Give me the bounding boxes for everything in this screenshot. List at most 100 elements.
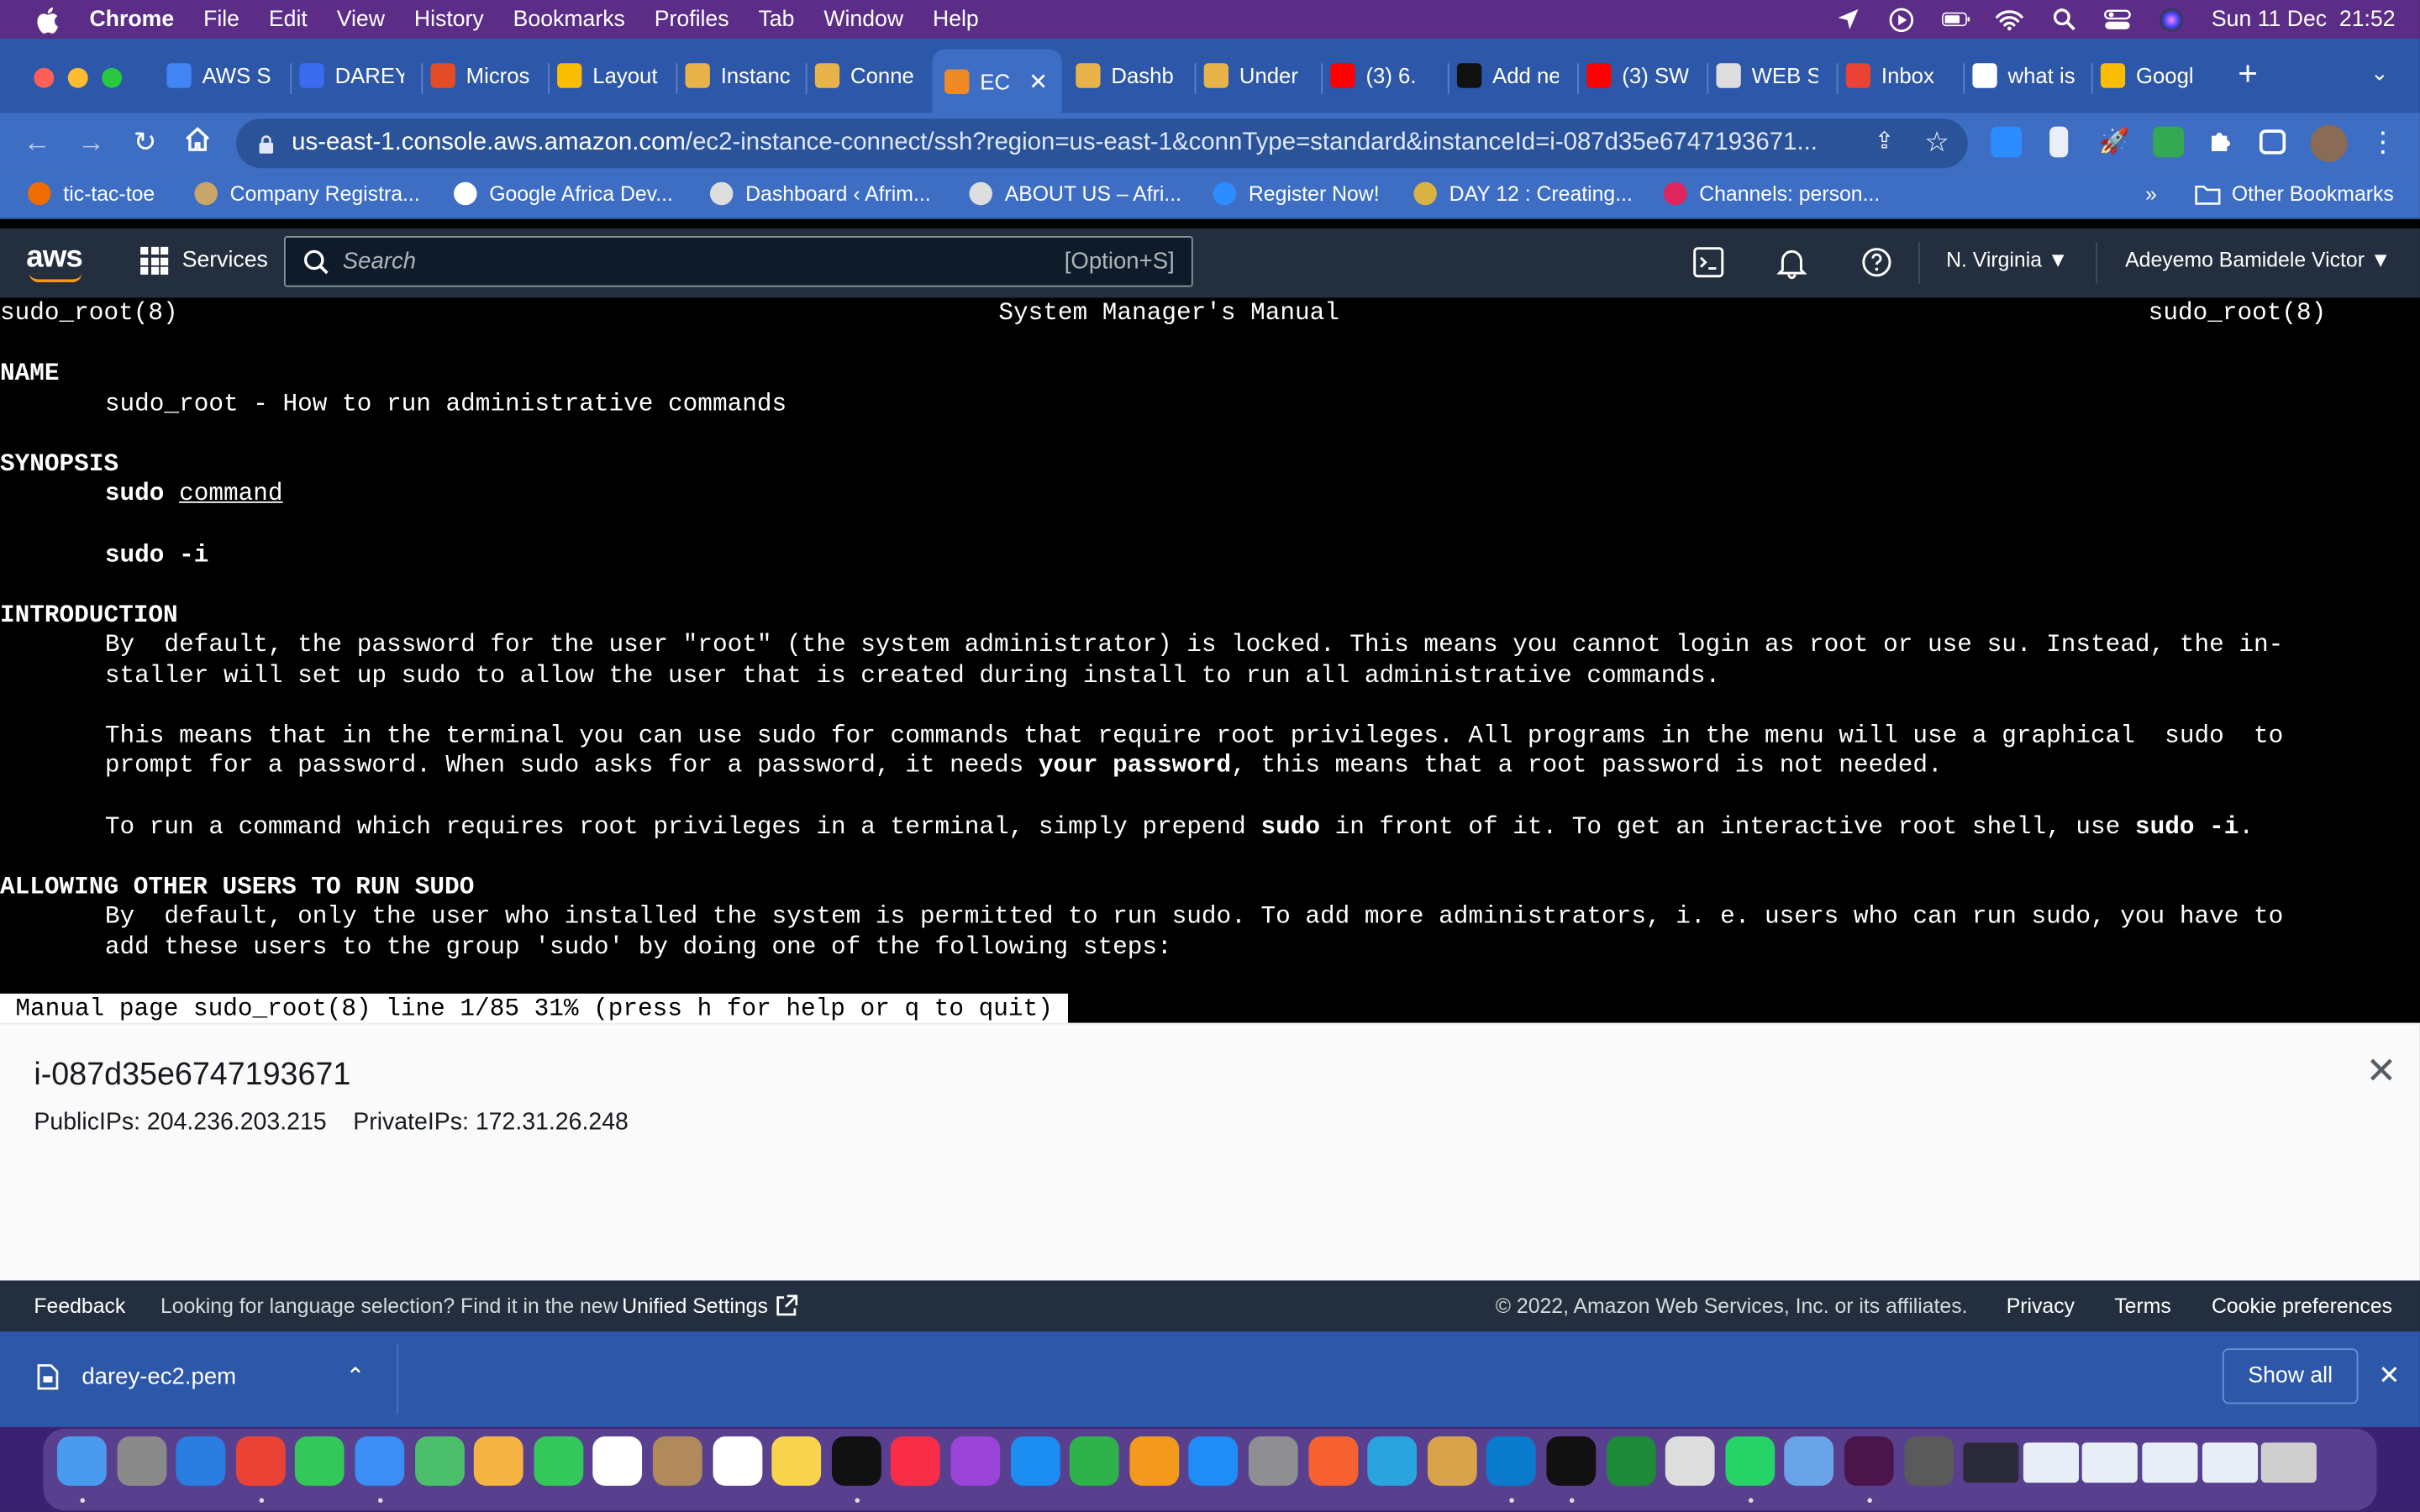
pen-icon[interactable] — [1665, 1436, 1715, 1486]
siri-icon[interactable] — [2158, 7, 2187, 31]
menubar-clock[interactable]: Sun 11 Dec 21:52 — [2212, 7, 2396, 31]
safari-icon[interactable] — [176, 1436, 226, 1486]
tab-search-chevron-icon[interactable]: ⌄ — [2370, 60, 2389, 87]
control-center-icon[interactable] — [2103, 7, 2133, 31]
menu-file[interactable]: File — [203, 7, 239, 31]
keynote-icon[interactable] — [1010, 1436, 1060, 1486]
menu-window[interactable]: Window — [823, 7, 903, 31]
close-window-button[interactable] — [34, 67, 55, 88]
calendar-icon[interactable] — [593, 1436, 643, 1486]
show-all-button[interactable]: Show all — [2222, 1348, 2359, 1404]
app-store-icon[interactable] — [1188, 1436, 1239, 1486]
apple-tv-icon[interactable] — [831, 1436, 881, 1486]
menu-profiles[interactable]: Profiles — [655, 7, 729, 31]
privacy-link[interactable]: Privacy — [2007, 1294, 2075, 1318]
region-selector[interactable]: N. Virginia ▼ — [1946, 249, 2068, 272]
bookmark-item[interactable]: Company Registra... — [194, 181, 420, 206]
music-icon[interactable] — [891, 1436, 941, 1486]
pages-icon[interactable] — [1129, 1436, 1179, 1486]
tab-layout[interactable]: Layout — [557, 50, 659, 102]
tab-dashb[interactable]: Dashb — [1076, 50, 1177, 102]
menu-help[interactable]: Help — [933, 7, 979, 31]
vscode-icon[interactable] — [1486, 1436, 1537, 1486]
unified-settings-link[interactable]: Unified Settings — [622, 1294, 797, 1318]
bookmark-item[interactable]: DAY 12 : Creating... — [1413, 181, 1633, 206]
chrome-icon[interactable] — [235, 1436, 286, 1486]
tab-add-ne[interactable]: Add ne — [1456, 50, 1559, 102]
aws-logo[interactable]: aws — [26, 241, 83, 276]
mongodb-icon[interactable] — [1606, 1436, 1656, 1486]
share-icon[interactable]: ⇪ — [1869, 127, 1900, 154]
window3-icon[interactable] — [2082, 1442, 2139, 1483]
bookmark-item[interactable]: Register Now! — [1213, 181, 1380, 206]
sketch-icon[interactable] — [1307, 1436, 1358, 1486]
tab-3-sw[interactable]: (3) SW — [1586, 50, 1688, 102]
close-tab-icon[interactable]: ✕ — [1028, 67, 1048, 95]
home-icon[interactable] — [182, 127, 213, 160]
photos-icon[interactable] — [474, 1436, 523, 1486]
tab-ec[interactable]: EC ✕ — [932, 49, 1062, 113]
telegram-icon[interactable] — [1367, 1436, 1418, 1486]
zoom-window-button[interactable] — [102, 67, 123, 88]
ssh-terminal[interactable]: sudo_root(8) System Manager's Manual sud… — [0, 297, 2420, 1023]
tab-aws-s[interactable]: AWS S — [166, 50, 275, 102]
slack-icon[interactable] — [1844, 1436, 1894, 1486]
window1-icon[interactable] — [1963, 1442, 2019, 1483]
menu-tab[interactable]: Tab — [758, 7, 794, 31]
finder-icon[interactable] — [56, 1436, 107, 1486]
tab-instanc[interactable]: Instanc — [685, 50, 790, 102]
notes-icon[interactable] — [771, 1436, 822, 1486]
reminders-icon[interactable] — [712, 1436, 762, 1486]
feedback-link[interactable]: Feedback — [34, 1294, 125, 1318]
tab-web-s[interactable]: WEB S — [1716, 50, 1818, 102]
menu-app-chrome[interactable]: Chrome — [90, 7, 175, 31]
notifications-bell-icon[interactable] — [1775, 245, 1808, 280]
tab-googl[interactable]: Googl — [2100, 50, 2202, 102]
messages-icon[interactable] — [295, 1436, 345, 1486]
contacts-icon[interactable] — [652, 1436, 702, 1486]
extensions-puzzle-icon[interactable] — [2206, 127, 2237, 158]
bookmark-item[interactable]: Google Africa Dev... — [453, 181, 673, 206]
help-icon[interactable] — [1860, 245, 1893, 279]
menu-edit[interactable]: Edit — [269, 7, 308, 31]
cookie-preferences-link[interactable]: Cookie preferences — [2212, 1294, 2392, 1318]
more-bookmarks-chevron-icon[interactable]: » — [2145, 182, 2157, 206]
screenshot-icon[interactable] — [1903, 1436, 1954, 1486]
whatsapp-icon[interactable] — [1725, 1436, 1775, 1486]
chrome-menu-icon[interactable]: ⋮ — [2367, 127, 2398, 160]
rocket-extension-icon[interactable]: 🚀 — [2099, 127, 2130, 158]
play-icon[interactable] — [1887, 7, 1917, 32]
bookmark-star-icon[interactable]: ☆ — [1922, 127, 1953, 160]
battery-icon[interactable] — [1941, 7, 1970, 31]
tab-darey[interactable]: DAREY — [299, 50, 404, 102]
trash-icon[interactable] — [2261, 1442, 2317, 1483]
reload-icon[interactable]: ↻ — [129, 127, 160, 160]
facetime-icon[interactable] — [534, 1436, 583, 1486]
sidebar-icon[interactable] — [2259, 129, 2286, 155]
tab-what-is[interactable]: what is — [1972, 50, 2075, 102]
menu-history[interactable]: History — [414, 7, 484, 31]
window4-icon[interactable] — [2142, 1442, 2198, 1483]
bookmark-item[interactable]: Channels: person... — [1663, 181, 1880, 206]
menu-view[interactable]: View — [337, 7, 385, 31]
aws-search-input[interactable]: Search [Option+S] — [283, 236, 1193, 287]
profile-avatar[interactable] — [2310, 124, 2348, 162]
download-item[interactable]: darey-ec2.pem — [37, 1364, 236, 1390]
tab-micros[interactable]: Micros — [430, 50, 532, 102]
account-menu[interactable]: Adeyemo Bamidele Victor ▼ — [2125, 249, 2391, 272]
cloudshell-icon[interactable] — [1691, 245, 1725, 279]
back-arrow-icon[interactable]: ← — [22, 127, 53, 160]
tab-3-6[interactable]: (3) 6. — [1330, 50, 1432, 102]
tab-inbox[interactable]: Inbox — [1845, 50, 1948, 102]
location-icon[interactable] — [1833, 7, 1863, 31]
spotlight-search-icon[interactable] — [2049, 7, 2079, 31]
device-extension-icon[interactable] — [2049, 126, 2069, 158]
sketch-tool-icon[interactable] — [1427, 1436, 1477, 1486]
bookmark-item[interactable]: Dashboard ‹ Afrim... — [709, 181, 931, 206]
tab-under[interactable]: Under — [1203, 50, 1306, 102]
chevron-up-icon[interactable]: ⌃ — [345, 1362, 365, 1390]
bookmark-item[interactable]: ABOUT US – Afri... — [969, 181, 1181, 206]
new-tab-button[interactable]: + — [2238, 54, 2258, 94]
close-icon[interactable]: ✕ — [2365, 1049, 2396, 1094]
sheets-extension-icon[interactable] — [2153, 126, 2184, 158]
